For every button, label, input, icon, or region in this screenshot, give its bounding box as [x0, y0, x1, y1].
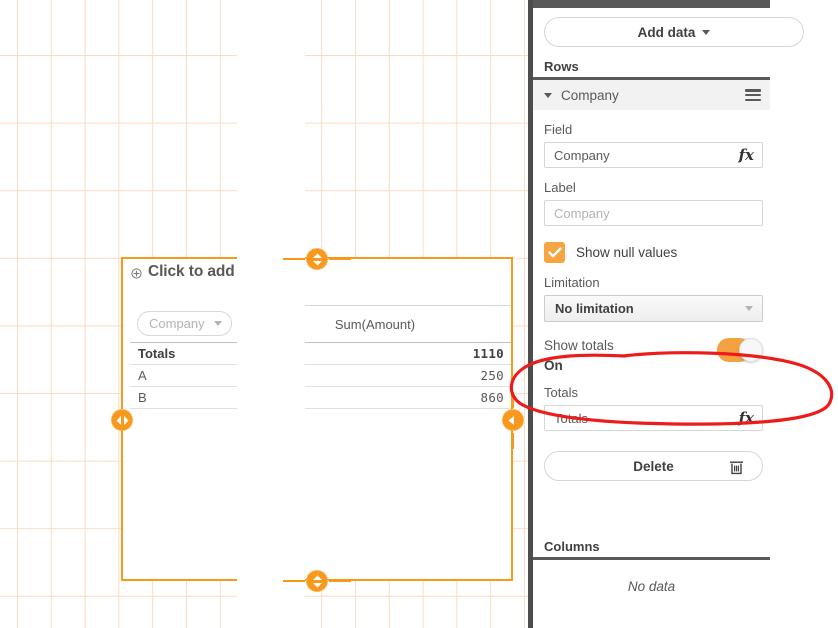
show-totals-block: Show totals On — [544, 338, 763, 373]
panel-right-fill — [237, 0, 305, 628]
field-label: Field — [544, 122, 573, 137]
show-null-values-checkbox[interactable] — [544, 242, 565, 263]
dimension-pill-label: Company — [149, 316, 205, 332]
resize-handle-right[interactable] — [502, 409, 524, 431]
limitation-label: Limitation — [544, 275, 600, 290]
show-totals-toggle[interactable] — [717, 338, 763, 362]
chevron-down-icon — [544, 92, 552, 98]
totals-input[interactable]: Totals fx — [544, 405, 763, 431]
resize-guide-left — [121, 392, 123, 408]
add-data-label: Add data — [637, 24, 696, 40]
field-input[interactable]: Company fx — [544, 142, 763, 168]
columns-empty-text: No data — [627, 579, 676, 594]
resize-guide-bottom2 — [329, 580, 351, 582]
resize-guide-left2 — [121, 433, 123, 449]
pivot-table-object[interactable]: Click to add title Company Sum(Amount) T… — [121, 257, 513, 581]
label-input[interactable]: Company — [544, 200, 763, 226]
resize-handle-left[interactable] — [111, 409, 133, 431]
label-field-label: Label — [544, 180, 576, 195]
limitation-select-value: No limitation — [555, 301, 634, 316]
field-input-value: Company — [554, 147, 610, 163]
accordion-company-label: Company — [561, 87, 619, 103]
resize-handle-bottom[interactable] — [306, 570, 328, 592]
section-rule-columns — [533, 557, 770, 560]
show-null-values-row[interactable]: Show null values — [544, 242, 770, 263]
table-row-totals[interactable]: Totals 1110 — [130, 342, 511, 365]
pivot-table[interactable]: Company Sum(Amount) Totals 1110 A 250 B … — [130, 291, 511, 409]
label-input-placeholder: Company — [554, 205, 610, 221]
fx-icon[interactable]: fx — [739, 147, 754, 163]
section-header-rows: Rows — [544, 59, 579, 74]
panel-divider — [528, 0, 533, 628]
show-null-values-label: Show null values — [576, 245, 678, 260]
chevron-down-icon — [745, 306, 753, 311]
add-data-button[interactable]: Add data — [544, 17, 804, 47]
dimension-pill-company[interactable]: Company — [137, 311, 232, 337]
chevron-down-icon — [702, 29, 711, 35]
row-label[interactable]: A — [130, 364, 239, 387]
resize-handle-top[interactable] — [306, 248, 328, 270]
property-panel: Add data Rows Company Field Company fx L… — [533, 0, 838, 628]
burger-menu-icon[interactable] — [745, 89, 761, 101]
section-header-columns: Columns — [544, 539, 600, 554]
header-blank-left — [130, 291, 239, 306]
delete-label: Delete — [633, 458, 674, 474]
row-label[interactable]: B — [130, 386, 239, 409]
trash-icon — [729, 459, 744, 475]
plus-circle-icon — [131, 267, 142, 279]
totals-label: Totals — [544, 385, 578, 400]
resize-guide-right — [512, 392, 514, 408]
fx-icon[interactable]: fx — [739, 410, 754, 426]
totals-input-value: Totals — [554, 410, 588, 426]
accordion-company[interactable]: Company — [533, 80, 770, 110]
chevron-down-icon — [213, 321, 222, 327]
table-row[interactable]: A 250 — [130, 364, 511, 387]
totals-label: Totals — [130, 342, 239, 365]
table-spacer-row — [130, 291, 511, 306]
resize-guide-top2 — [329, 258, 351, 260]
resize-guide-top — [283, 258, 305, 260]
toggle-knob — [739, 338, 763, 362]
table-row[interactable]: B 860 — [130, 386, 511, 409]
delete-button[interactable]: Delete — [544, 451, 763, 481]
limitation-select[interactable]: No limitation — [544, 295, 763, 322]
dimension-header-cell[interactable]: Company — [130, 305, 239, 343]
resize-guide-right2 — [512, 433, 514, 449]
resize-guide-bottom — [283, 580, 305, 582]
table-header-row: Company Sum(Amount) — [130, 305, 511, 343]
panel-top-bar — [533, 0, 770, 8]
